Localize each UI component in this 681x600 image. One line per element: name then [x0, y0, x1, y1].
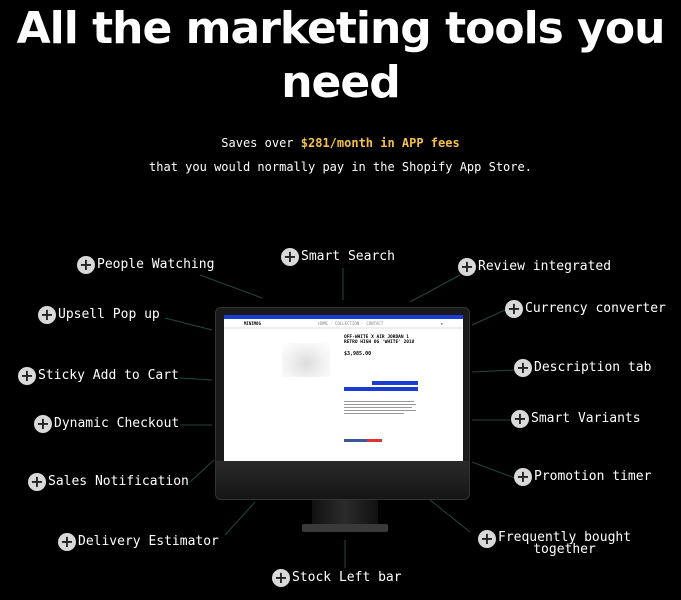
plus-icon: +	[514, 468, 532, 486]
feature-label: Currency converter	[525, 301, 666, 316]
product-image	[282, 343, 330, 377]
store-screenshot: MINIMOG HOME · COLLECTION · CONTACT ⌕ OFF-…	[224, 315, 463, 463]
feature-stock-left-bar: + Stock Left bar	[272, 569, 402, 587]
feature-label: People Watching	[97, 257, 215, 272]
feature-review-integrated: + Review integrated	[458, 258, 612, 276]
plus-icon: +	[28, 473, 46, 491]
feature-upsell-pop-up: + Upsell Pop up	[38, 306, 160, 324]
feature-currency-converter: + Currency converter	[505, 300, 666, 318]
feature-frequently-bought-together: + Frequently bought together	[478, 530, 632, 557]
plus-icon: +	[478, 530, 496, 548]
feature-label: Smart Variants	[531, 411, 641, 426]
plus-icon: +	[77, 256, 95, 274]
plus-icon: +	[272, 569, 290, 587]
plus-icon: +	[281, 248, 299, 266]
feature-smart-variants: + Smart Variants	[511, 410, 641, 428]
plus-icon: +	[511, 410, 529, 428]
plus-icon: +	[18, 367, 36, 385]
feature-sticky-add-to-cart: + Sticky Add to Cart	[18, 367, 179, 385]
plus-icon: +	[514, 359, 532, 377]
product-title: OFF-WHITE X AIR JORDAN 1 RETRO HIGH OG '…	[344, 335, 415, 345]
feature-promotion-timer: + Promotion timer	[514, 468, 652, 486]
feature-smart-search: + Smart Search	[281, 248, 395, 266]
feature-label: Dynamic Checkout	[54, 416, 180, 431]
feature-label: Review integrated	[478, 259, 612, 274]
feature-label: Stock Left bar	[292, 570, 402, 585]
feature-label: Description tab	[534, 360, 652, 375]
feature-dynamic-checkout: + Dynamic Checkout	[34, 415, 180, 433]
plus-icon: +	[58, 533, 76, 551]
plus-icon: +	[458, 258, 476, 276]
feature-label: Frequently bought together	[498, 530, 632, 557]
feature-description-tab: + Description tab	[514, 359, 652, 377]
plus-icon: +	[34, 415, 52, 433]
feature-sales-notification: + Sales Notification	[28, 473, 189, 491]
feature-delivery-estimator: + Delivery Estimator	[58, 533, 219, 551]
feature-label: Promotion timer	[534, 469, 652, 484]
monitor-stand	[312, 500, 378, 526]
plus-icon: +	[38, 306, 56, 324]
feature-label: Sales Notification	[48, 474, 189, 489]
feature-label: Upsell Pop up	[58, 307, 160, 322]
product-price: $3,985.00	[344, 351, 372, 357]
monitor-mockup: MINIMOG HOME · COLLECTION · CONTACT ⌕ OFF-…	[215, 307, 470, 500]
feature-label: Sticky Add to Cart	[38, 368, 179, 383]
plus-icon: +	[505, 300, 523, 318]
monitor-base	[302, 524, 388, 532]
feature-label: Delivery Estimator	[78, 534, 219, 549]
feature-label: Smart Search	[301, 249, 395, 264]
feature-people-watching: + People Watching	[77, 256, 215, 274]
